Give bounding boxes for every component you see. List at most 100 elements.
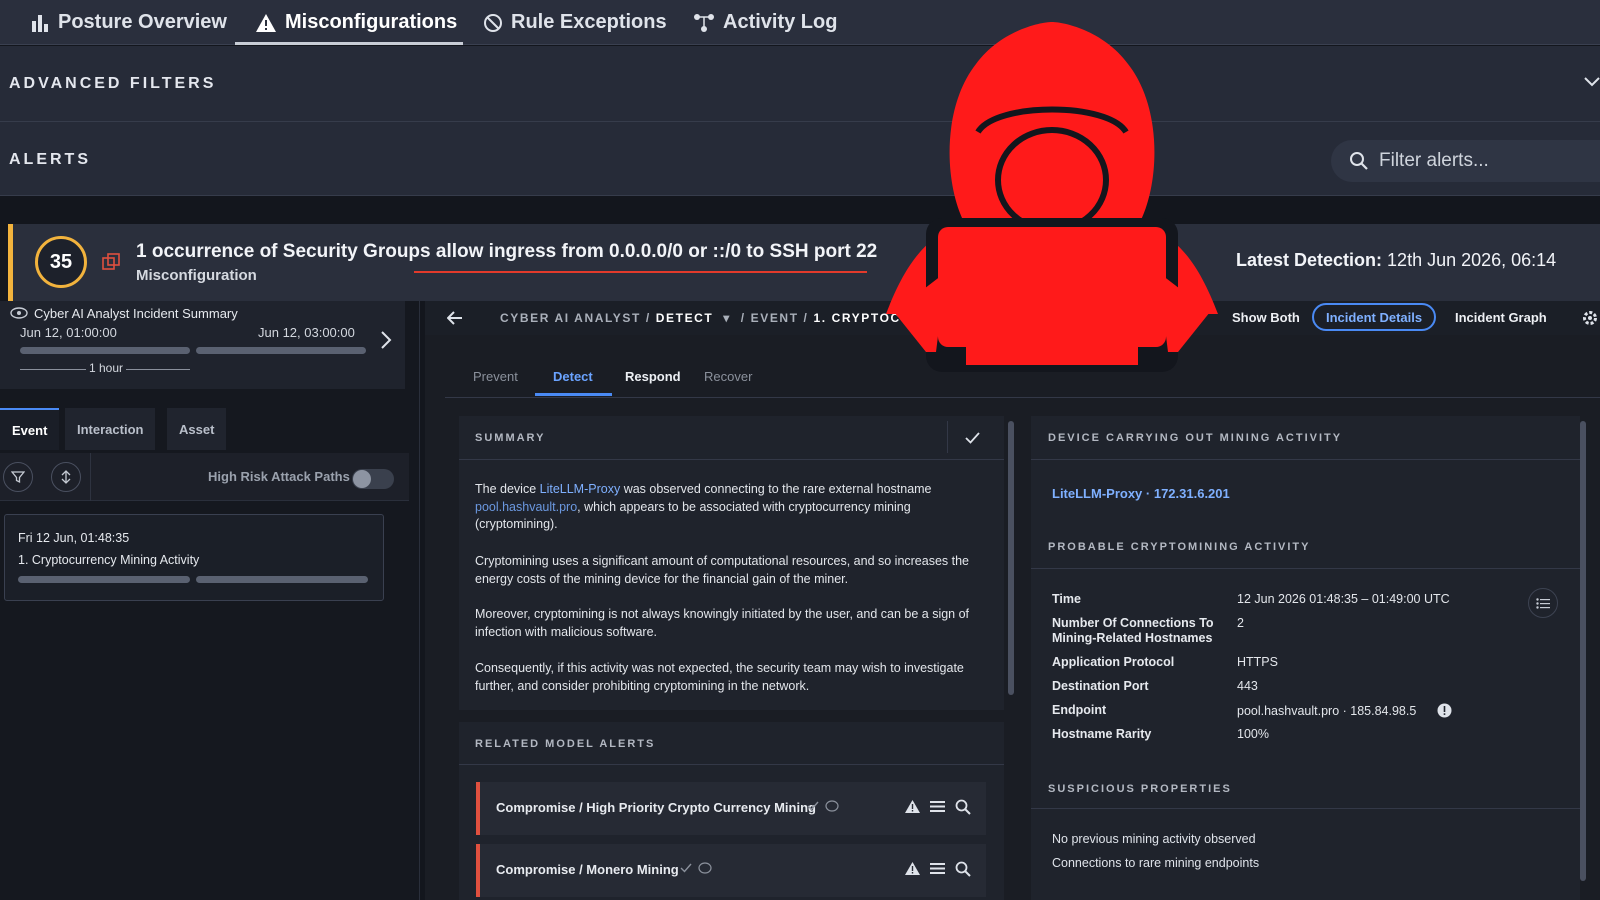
search-placeholder: Filter alerts... [1379, 150, 1489, 171]
show-both-button[interactable]: Show Both [1232, 303, 1300, 331]
advanced-filters-row[interactable]: ADVANCED FILTERS [0, 46, 1600, 122]
summary-header-divider [947, 421, 948, 453]
warning-icon[interactable] [904, 799, 921, 814]
latest-detection-label: Latest Detection: [1236, 250, 1383, 270]
tab-activity-log[interactable]: Activity Log [691, 0, 839, 45]
top-nav: Posture Overview Misconfigurations Rule … [0, 0, 1600, 45]
timeline-start: Jun 12, 01:00:00 [20, 325, 117, 340]
summary-scrollbar[interactable] [1008, 421, 1014, 695]
suspicious-section-title: SUSPICIOUS PROPERTIES [1048, 783, 1232, 795]
timeline-bar [20, 347, 190, 354]
tab-label: Activity Log [723, 11, 838, 33]
kv-key-endpoint: Endpoint [1052, 703, 1107, 717]
search-icon[interactable] [955, 861, 971, 877]
copy-icon[interactable] [101, 252, 121, 272]
breadcrumb-detect[interactable]: DETECT [656, 311, 714, 325]
tab-respond[interactable]: Respond [625, 369, 681, 384]
details-scrollbar[interactable] [1580, 421, 1586, 881]
tab-interaction[interactable]: Interaction [65, 408, 156, 450]
kv-value-endpoint: pool.hashvault.pro · 185.84.98.5 [1237, 704, 1417, 718]
tab-misconfigurations[interactable]: Misconfigurations [253, 0, 459, 45]
incident-graph-button[interactable]: Incident Graph [1455, 303, 1547, 331]
kv-value-rarity: 100% [1237, 727, 1269, 741]
sort-icon [60, 470, 72, 484]
tab-recover[interactable]: Recover [704, 369, 752, 384]
risk-score-badge: 35 [35, 236, 87, 288]
chevron-right-icon[interactable] [380, 331, 392, 349]
alerts-title: ALERTS [9, 151, 91, 168]
bar-chart-icon [30, 13, 50, 33]
tab-detect[interactable]: Detect [553, 369, 593, 384]
list-icon [1536, 597, 1550, 609]
incident-details-button[interactable]: Incident Details [1312, 303, 1437, 331]
info-icon[interactable] [1437, 703, 1452, 718]
highlight-underline [414, 271, 867, 273]
list-view-button[interactable] [1528, 588, 1558, 618]
related-alert-item[interactable]: Compromise / Monero Mining [476, 844, 986, 897]
alert-banner[interactable]: 35 1 occurrence of Security Groups allow… [8, 224, 1600, 301]
chevron-down-icon[interactable] [1584, 76, 1600, 88]
incident-summary-card: Cyber AI Analyst Incident Summary Jun 12… [0, 301, 405, 389]
warning-icon[interactable] [904, 861, 921, 876]
filter-alerts-input[interactable]: Filter alerts... [1331, 140, 1600, 182]
toggle-label: High Risk Attack Paths [208, 469, 350, 484]
related-alert-item[interactable]: Compromise / High Priority Crypto Curren… [476, 782, 986, 835]
search-icon [1349, 151, 1369, 171]
comment-icon[interactable] [698, 862, 712, 875]
search-icon[interactable] [955, 799, 971, 815]
kv-value-time: 12 Jun 2026 01:48:35 – 01:49:00 UTC [1237, 592, 1450, 606]
tabs-divider [445, 397, 1600, 398]
checkmark-icon[interactable] [807, 801, 819, 811]
kv-key-protocol: Application Protocol [1052, 655, 1175, 669]
related-alert-name: Compromise / Monero Mining [496, 862, 679, 877]
breadcrumb: CYBER AI ANALYST / DETECT ▾ / EVENT / 1.… [500, 311, 911, 325]
event-card[interactable]: Fri 12 Jun, 01:48:35 1. Cryptocurrency M… [4, 514, 384, 601]
high-risk-attack-paths-toggle[interactable] [352, 469, 394, 489]
probable-section-title: PROBABLE CRYPTOMINING ACTIVITY [1048, 541, 1311, 553]
back-arrow-icon[interactable] [447, 311, 463, 325]
tab-rule-exceptions[interactable]: Rule Exceptions [481, 0, 669, 45]
summary-paragraph-3: Moreover, cryptomining is not always kno… [475, 607, 970, 639]
active-tab-indicator [235, 42, 463, 45]
menu-icon[interactable] [930, 862, 945, 875]
breadcrumb-dropdown-icon[interactable]: ▾ [718, 311, 736, 325]
suspicious-property: Connections to rare mining endpoints [1052, 856, 1260, 870]
alert-title[interactable]: 1 occurrence of Security Groups allow in… [136, 241, 877, 263]
tab-event[interactable]: Event [0, 408, 60, 450]
filter-button[interactable] [3, 462, 33, 492]
sort-button[interactable] [51, 462, 81, 492]
device-link[interactable]: LiteLLM-Proxy · 172.31.6.201 [1052, 486, 1230, 501]
comment-icon[interactable] [825, 800, 839, 813]
probable-divider [1031, 568, 1580, 569]
device-link[interactable]: LiteLLM-Proxy [540, 482, 621, 496]
alert-type: Misconfiguration [136, 267, 257, 284]
latest-detection: Latest Detection: 12th Jun 2026, 06:14 [1236, 250, 1556, 271]
related-divider [459, 764, 1004, 765]
hostname-link[interactable]: pool.hashvault.pro [475, 500, 577, 514]
gear-icon[interactable] [1581, 309, 1599, 327]
timeline-end: Jun 12, 03:00:00 [258, 325, 355, 340]
related-alerts-title: RELATED MODEL ALERTS [475, 738, 656, 750]
summary-title: Cyber AI Analyst Incident Summary [34, 306, 238, 321]
toolbar-divider [90, 453, 91, 501]
checkmark-icon[interactable] [965, 432, 980, 444]
latest-detection-value: 12th Jun 2026, 06:14 [1387, 250, 1557, 270]
related-alert-name: Compromise / High Priority Crypto Curren… [496, 800, 816, 815]
tab-asset[interactable]: Asset [167, 408, 227, 450]
tab-prevent[interactable]: Prevent [473, 369, 518, 384]
breadcrumb-root[interactable]: CYBER AI ANALYST / [500, 311, 651, 325]
suspicious-property: No previous mining activity observed [1052, 832, 1256, 846]
kv-value-protocol: HTTPS [1237, 655, 1278, 669]
timeline-scale: 1 hour [86, 361, 127, 375]
checkmark-icon[interactable] [680, 863, 692, 873]
kv-key-rarity: Hostname Rarity [1052, 727, 1152, 741]
summary-divider [459, 459, 1004, 460]
tab-posture-overview[interactable]: Posture Overview [28, 0, 229, 45]
menu-icon[interactable] [930, 800, 945, 813]
tab-label: Posture Overview [58, 11, 227, 33]
summary-title: SUMMARY [475, 432, 546, 444]
network-icon [693, 13, 715, 33]
kv-key-time: Time [1052, 592, 1081, 606]
breadcrumb-event[interactable]: / EVENT / [741, 311, 809, 325]
no-entry-icon [483, 13, 503, 33]
